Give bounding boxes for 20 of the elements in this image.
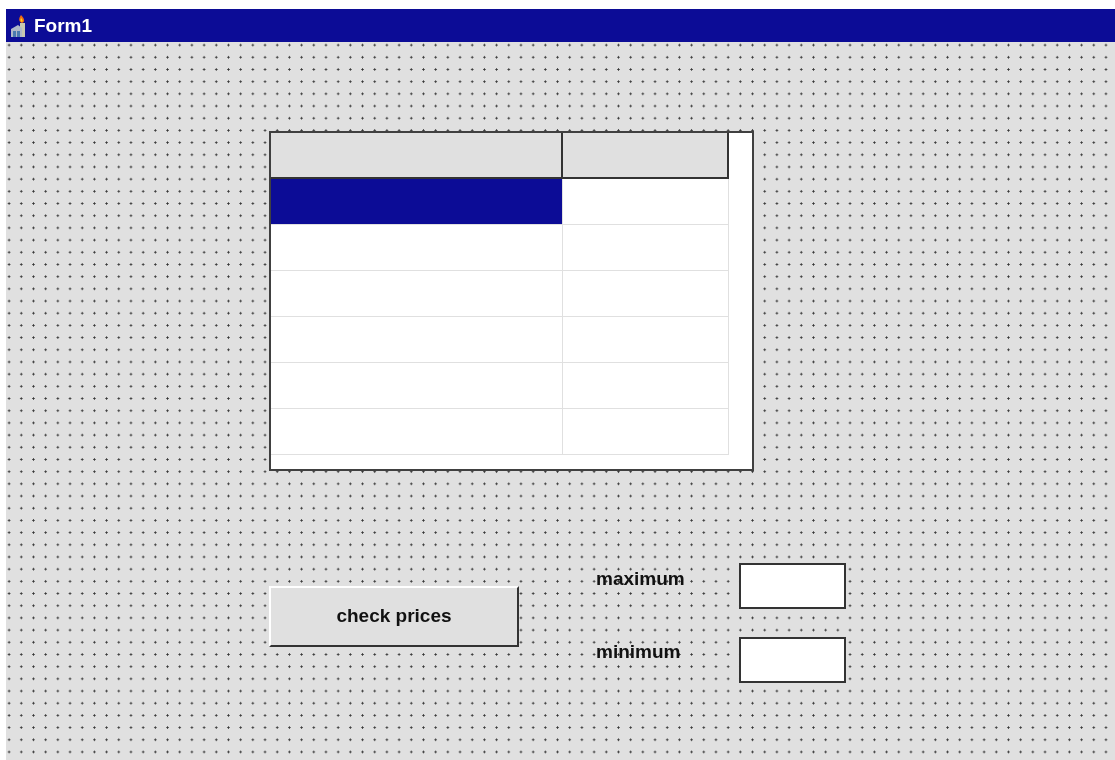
grid-cell[interactable] <box>563 225 729 271</box>
window-title: Form1 <box>34 16 93 35</box>
input-field[interactable] <box>739 637 846 683</box>
grid-cell[interactable] <box>563 271 729 317</box>
grid-cell[interactable] <box>271 363 563 409</box>
column-header[interactable] <box>271 133 563 179</box>
column-header[interactable] <box>563 133 729 179</box>
grid-cell[interactable] <box>563 317 729 363</box>
field-label: maximum <box>596 569 685 588</box>
check-prices-button[interactable]: check prices <box>269 586 519 647</box>
field-label: minimum <box>596 642 681 661</box>
grid-cell[interactable] <box>563 363 729 409</box>
grid-cell[interactable] <box>563 179 729 225</box>
grid-cell[interactable] <box>271 179 563 225</box>
grid-cell[interactable] <box>271 409 563 455</box>
grid-cell[interactable] <box>271 225 563 271</box>
grid-cell[interactable] <box>271 317 563 363</box>
grid-cell[interactable] <box>271 271 563 317</box>
grid-cell[interactable] <box>563 409 729 455</box>
input-field[interactable] <box>739 563 846 609</box>
